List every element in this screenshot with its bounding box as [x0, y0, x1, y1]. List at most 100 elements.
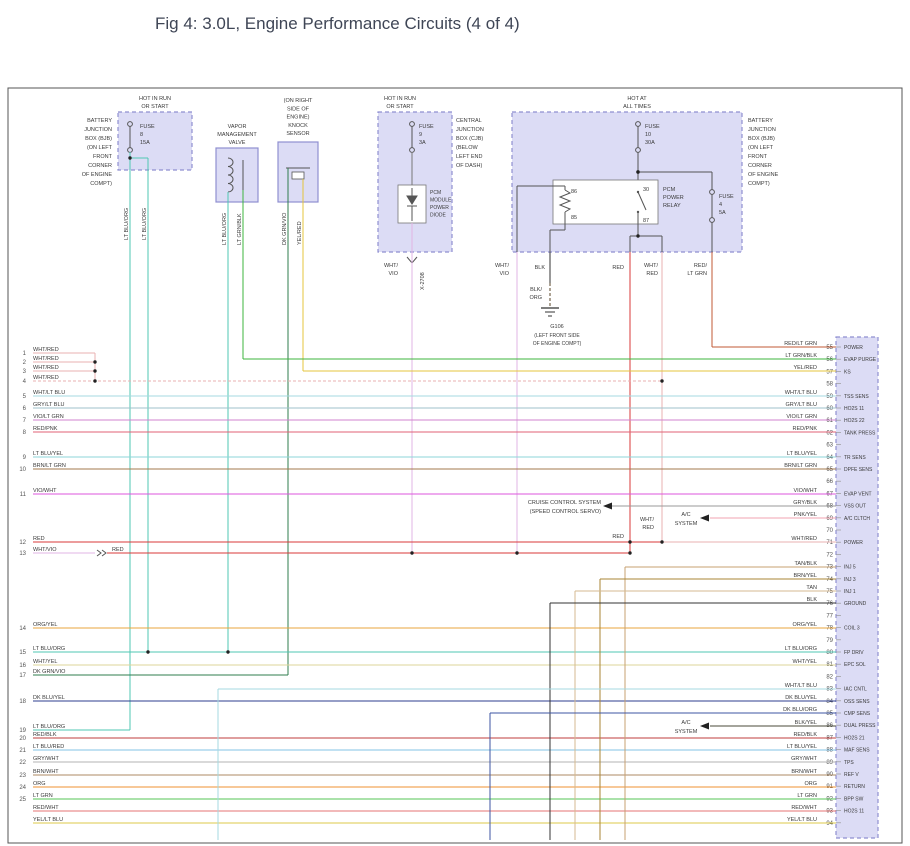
pcm-pin-label: DPFE SENS — [844, 467, 873, 473]
wire-label-vertical: LT BLU/ORG — [124, 208, 130, 240]
wire-label-right: VIO/WHT — [793, 488, 817, 494]
fuse-label: 8 — [140, 132, 143, 138]
knock-sensor-icon — [292, 172, 304, 179]
wire-label-right: ORG — [804, 781, 817, 787]
junction-dot — [93, 369, 96, 372]
wire-color-label: RED — [612, 265, 624, 271]
pcm-pin-label: EVAP PURGE — [844, 357, 877, 363]
row-number: 22 — [19, 760, 26, 766]
component-label: VAPOR — [228, 124, 247, 130]
component-side-label: CENTRAL — [456, 118, 482, 124]
component-side-label: LEFT END — [456, 154, 483, 160]
pin-number: 59 — [826, 394, 833, 400]
wire-label-right: GRY/WHT — [791, 756, 818, 762]
pcm-pin-label: FP DRIV — [844, 650, 864, 656]
pin-number: 57 — [826, 369, 833, 375]
row-number: 2 — [23, 360, 27, 366]
wire-label-right: RED/BLK — [793, 732, 817, 738]
hot-label: HOT AT — [627, 96, 647, 102]
wire-label-right: DK BLU/YEL — [785, 695, 817, 701]
wire-label-vertical: LT BLU/ORG — [222, 213, 228, 245]
pcm-pin-label: HO2S 21 — [844, 735, 865, 741]
pin-number: 63 — [826, 443, 833, 449]
wire-label-left: WHT/YEL — [33, 659, 57, 665]
wire-label-left: BRN/WHT — [33, 769, 59, 775]
wire-label-left: WHT/RED — [33, 356, 59, 362]
bjb-left-box — [118, 112, 192, 170]
pin-number: 94 — [826, 821, 833, 827]
component-label: MODULE — [430, 198, 452, 204]
component-side-label: JUNCTION — [748, 127, 776, 133]
component-side-label: (BELOW — [456, 145, 479, 151]
row-number: 25 — [19, 797, 26, 803]
component-label: SENSOR — [286, 131, 309, 137]
component-label: KNOCK — [288, 123, 308, 129]
pin-number: 82 — [826, 674, 833, 680]
pcm-pin-label: INJ 3 — [844, 577, 856, 583]
hot-label: HOT IN RUN — [384, 96, 416, 102]
wire-color-label: RED — [112, 547, 124, 553]
ground-label: (LEFT FRONT SIDE — [534, 333, 580, 339]
pcm-pin-label: COIL 3 — [844, 626, 860, 632]
component-side-label: (ON LEFT — [87, 145, 113, 151]
wire-label-right: WHT/LT BLU — [785, 683, 817, 689]
pcm-pin-label: INJ 1 — [844, 589, 856, 595]
pin-number: 58 — [826, 382, 833, 388]
component-side-label: BOX (BJB) — [748, 136, 775, 142]
pcm-pin-label: A/C CLTCH — [844, 516, 870, 522]
wire-label-left: WHT/LT BLU — [33, 390, 65, 396]
wire-label-left: WHT/RED — [33, 347, 59, 353]
junction-dot — [410, 551, 413, 554]
pcm-pin-label: BPP SW — [844, 796, 864, 802]
row-number: 3 — [23, 369, 27, 375]
pin-number: 85 — [826, 711, 833, 717]
wire-label-left: LT BLU/ORG — [33, 646, 65, 652]
junction-dot — [636, 234, 639, 237]
component-side-label: CORNER — [748, 163, 772, 169]
wire-label-vertical: YEL/RED — [297, 221, 303, 245]
wire-label-right: LT BLU/YEL — [787, 744, 817, 750]
junction-dot — [660, 540, 663, 543]
pin-number: 89 — [826, 760, 833, 766]
relay-pin-number: 87 — [643, 218, 649, 224]
wire-color-label: ORG — [529, 295, 542, 301]
wire-label-right: PNK/YEL — [794, 512, 817, 518]
ground-name: G106 — [550, 324, 563, 330]
direction-arrow-icon — [700, 515, 709, 522]
component-label: (ON RIGHT — [284, 98, 313, 104]
wire-label-right: LT GRN — [797, 793, 817, 799]
pcm-pin-label: HO2S 11 — [844, 406, 864, 412]
wire-color-label: WHT/ — [640, 517, 655, 523]
fuse-label: 5A — [719, 210, 726, 216]
component-side-label: BOX (BJB) — [85, 136, 112, 142]
wire-label-right: BRN/WHT — [791, 769, 817, 775]
wire-label-left: RED/BLK — [33, 732, 57, 738]
pin-number: 66 — [826, 479, 833, 485]
pcm-pin-label: HO2S 11 — [844, 809, 864, 815]
fuse-label: FUSE — [419, 124, 434, 130]
pin-number: 77 — [826, 613, 833, 619]
component-label: PCM — [430, 190, 441, 196]
wire-label-right: BRN/YEL — [793, 573, 817, 579]
component-side-label: BATTERY — [748, 118, 773, 124]
hot-label: HOT IN RUN — [139, 96, 171, 102]
pin-number: 71 — [826, 540, 833, 546]
ground-label: OF ENGINE COMPT) — [533, 341, 582, 347]
system-annotation: SYSTEM — [675, 521, 698, 527]
pin-number: 61 — [826, 418, 833, 424]
wire-color-label: LT GRN — [687, 271, 707, 277]
wire-label-right: GRY/BLK — [793, 500, 817, 506]
fuse-label: FUSE — [140, 124, 155, 130]
wire-label-left: RED/WHT — [33, 805, 59, 811]
row-number: 8 — [23, 430, 27, 436]
junction-dot — [628, 540, 631, 543]
row-number: 15 — [19, 650, 26, 656]
system-annotation: A/C — [681, 720, 690, 726]
wire-label-right: WHT/YEL — [793, 659, 817, 665]
relay-pin-number: 30 — [643, 187, 649, 193]
component-side-label: COMPT) — [90, 181, 112, 187]
row-number: 6 — [23, 406, 27, 412]
pin-number: 72 — [826, 552, 833, 558]
fuse-label: 9 — [419, 132, 422, 138]
pin-number: 65 — [826, 467, 833, 473]
